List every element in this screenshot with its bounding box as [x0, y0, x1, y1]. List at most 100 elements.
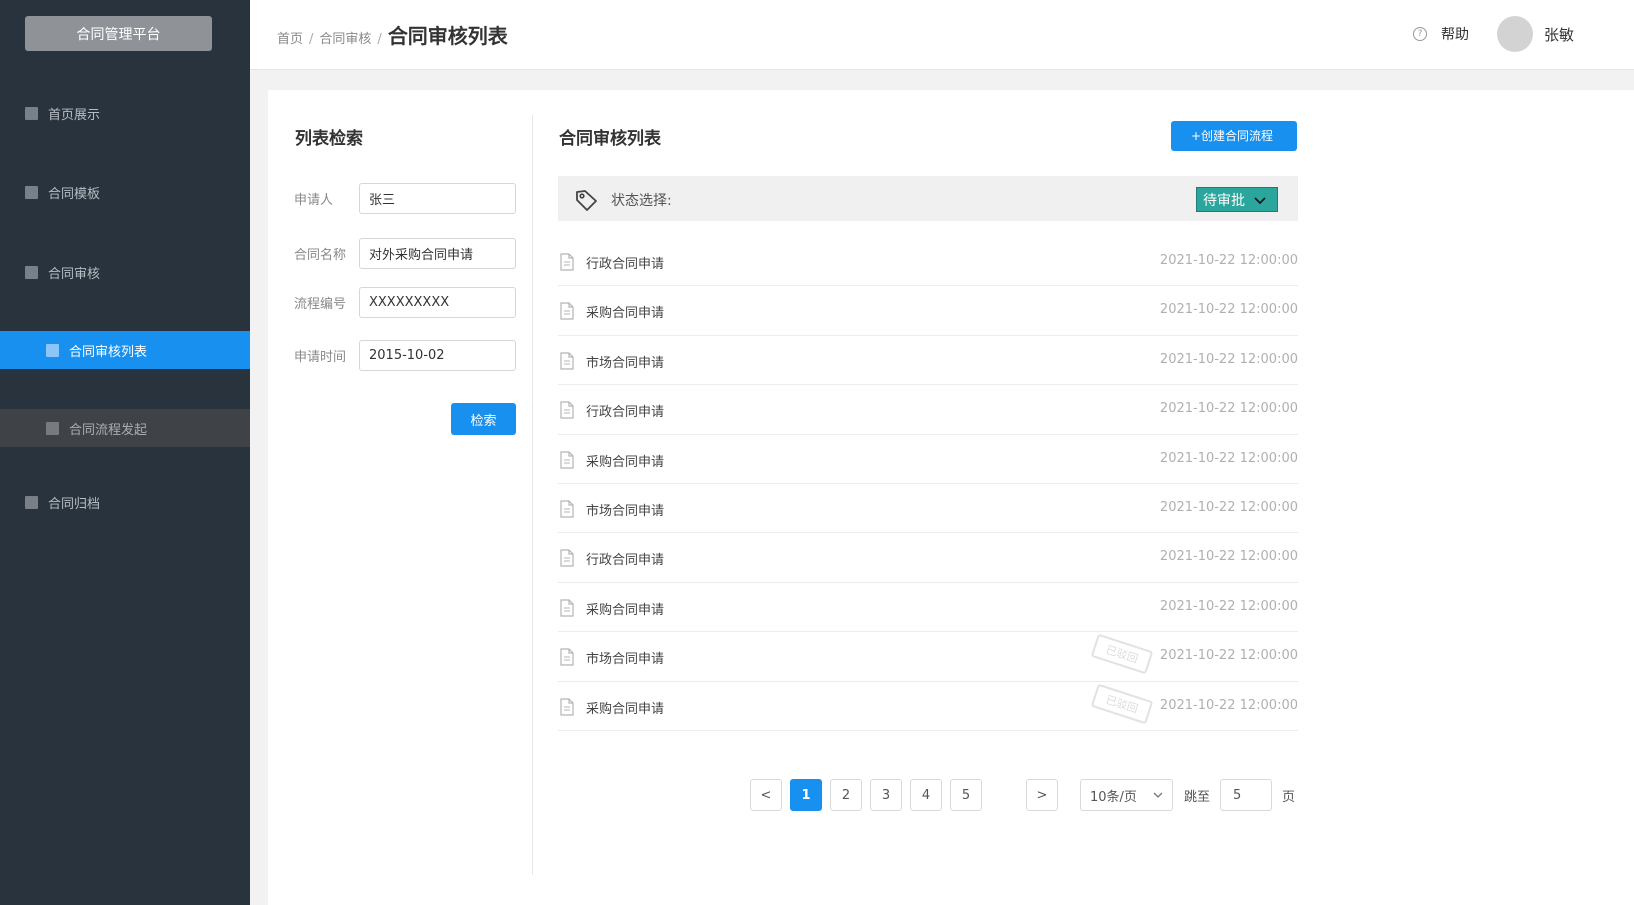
- list-item[interactable]: 市场合同申请 2021-10-22 12:00:00: [558, 484, 1298, 534]
- jump-label: 跳至: [1184, 790, 1211, 805]
- list-item[interactable]: 市场合同申请 已驳回 2021-10-22 12:00:00: [558, 632, 1298, 682]
- document-icon: [560, 253, 574, 271]
- list-item-name: 市场合同申请: [586, 652, 665, 668]
- page-2-button[interactable]: 2: [830, 779, 862, 811]
- list-item[interactable]: 采购合同申请 2021-10-22 12:00:00: [558, 583, 1298, 633]
- contract-list: 行政合同申请 2021-10-22 12:00:00 采购合同申请 2021-10-2…: [558, 237, 1298, 731]
- list-item-name: 市场合同申请: [586, 503, 665, 519]
- sidebar-item-label: 合同流程发起: [69, 422, 148, 438]
- square-icon: [46, 421, 59, 435]
- question-circle-icon: ?: [1413, 27, 1427, 41]
- square-icon: [25, 106, 38, 120]
- avatar[interactable]: [1497, 16, 1533, 52]
- apply-date-label: 申请时间: [294, 350, 347, 365]
- document-icon: [560, 500, 574, 518]
- sidebar-item-label: 合同审核: [48, 266, 101, 282]
- sidebar: 合同管理平台 首页展示 合同模板 合同审核 合同审核列表 合同流程发起 合同归档: [0, 0, 250, 905]
- list-item-name: 采购合同申请: [586, 602, 665, 618]
- username[interactable]: 张敏: [1544, 24, 1574, 45]
- page-1-button[interactable]: 1: [790, 779, 822, 811]
- list-item[interactable]: 市场合同申请 2021-10-22 12:00:00: [558, 336, 1298, 386]
- document-icon: [560, 599, 574, 617]
- list-item-time: 2021-10-22 12:00:00: [1159, 697, 1298, 713]
- applicant-label: 申请人: [294, 193, 334, 208]
- square-icon: [46, 343, 59, 357]
- list-item[interactable]: 采购合同申请 已驳回 2021-10-22 12:00:00: [558, 682, 1298, 731]
- page-size-value: 10条/页: [1090, 789, 1137, 805]
- list-item[interactable]: 行政合同申请 2021-10-22 12:00:00: [558, 533, 1298, 583]
- list-item[interactable]: 采购合同申请 2021-10-22 12:00:00: [558, 435, 1298, 484]
- page-3-button[interactable]: 3: [870, 779, 902, 811]
- list-item-time: 2021-10-22 12:00:00: [1159, 648, 1298, 664]
- page-size-select[interactable]: 10条/页: [1080, 779, 1173, 811]
- platform-button[interactable]: 合同管理平台: [25, 16, 212, 51]
- flow-number-label: 流程编号: [294, 297, 347, 312]
- sidebar-item-start-flow[interactable]: 合同流程发起: [0, 409, 250, 447]
- document-icon: [560, 401, 574, 419]
- search-title: 列表检索: [295, 129, 363, 149]
- sidebar-item-review[interactable]: 合同审核: [0, 253, 250, 291]
- prev-page-button[interactable]: <: [750, 779, 782, 811]
- status-filter-bar: 状态选择: 待审批: [558, 176, 1298, 221]
- sidebar-item-label: 合同模板: [48, 186, 101, 202]
- help-label: 帮助: [1441, 27, 1469, 43]
- breadcrumb: 首页 / 合同审核 / 合同审核列表: [277, 20, 508, 49]
- document-icon: [560, 352, 574, 370]
- document-icon: [560, 450, 574, 469]
- square-icon: [25, 265, 38, 279]
- sidebar-item-templates[interactable]: 合同模板: [0, 173, 250, 211]
- tag-icon: [576, 190, 597, 211]
- top-header: 首页 / 合同审核 / 合同审核列表 ? 帮助 张敏: [250, 0, 1634, 70]
- list-item[interactable]: 采购合同申请 2021-10-22 12:00:00: [558, 286, 1298, 336]
- sidebar-item-home[interactable]: 首页展示: [0, 94, 250, 132]
- jump-page-input[interactable]: 5: [1220, 779, 1272, 811]
- list-item-time: 2021-10-22 12:00:00: [1159, 450, 1298, 466]
- sidebar-item-label: 合同归档: [48, 496, 101, 512]
- status-selected-value: 待审批: [1203, 192, 1245, 209]
- chevron-down-icon: [1153, 792, 1163, 798]
- search-button[interactable]: 检索: [451, 403, 516, 435]
- document-icon: [560, 648, 574, 666]
- list-item-time: 2021-10-22 12:00:00: [1159, 302, 1298, 318]
- page-unit-label: 页: [1282, 790, 1296, 805]
- list-item-name: 行政合同申请: [586, 257, 665, 272]
- sidebar-item-review-list[interactable]: 合同审核列表: [0, 331, 250, 369]
- contract-name-input[interactable]: [359, 238, 516, 269]
- apply-date-input[interactable]: [359, 340, 516, 371]
- list-item-name: 采购合同申请: [586, 306, 665, 322]
- breadcrumb-review[interactable]: 合同审核: [319, 28, 371, 47]
- sidebar-item-archive[interactable]: 合同归档: [0, 483, 250, 521]
- list-item-name: 行政合同申请: [586, 553, 665, 569]
- main-panel: 列表检索 申请人 合同名称 流程编号 申请时间 检索 合同审核列表 +创建合同流…: [268, 90, 1634, 905]
- flow-number-input[interactable]: [359, 287, 516, 318]
- list-item-name: 行政合同申请: [586, 405, 665, 421]
- status-label: 状态选择:: [611, 193, 672, 209]
- list-item-name: 市场合同申请: [586, 355, 665, 371]
- page-4-button[interactable]: 4: [910, 779, 942, 811]
- document-icon: [560, 549, 574, 567]
- breadcrumb-home[interactable]: 首页: [277, 28, 303, 47]
- help-link[interactable]: ? 帮助: [1413, 24, 1469, 44]
- page-5-button[interactable]: 5: [950, 779, 982, 811]
- status-select[interactable]: 待审批: [1196, 187, 1278, 212]
- rejected-stamp: 已驳回: [1090, 633, 1154, 675]
- list-item-time: 2021-10-22 12:00:00: [1159, 253, 1298, 268]
- sidebar-item-label: 合同审核列表: [69, 344, 148, 360]
- applicant-input[interactable]: [359, 183, 516, 214]
- document-icon: [560, 697, 574, 716]
- square-icon: [25, 185, 38, 199]
- square-icon: [25, 495, 38, 509]
- list-item-name: 采购合同申请: [586, 701, 665, 717]
- document-icon: [560, 302, 574, 320]
- list-item[interactable]: 行政合同申请 2021-10-22 12:00:00: [558, 385, 1298, 435]
- rejected-stamp: 已驳回: [1090, 683, 1154, 724]
- create-flow-button[interactable]: +创建合同流程: [1171, 121, 1297, 151]
- next-page-button[interactable]: >: [1026, 779, 1058, 811]
- list-item[interactable]: 行政合同申请 2021-10-22 12:00:00: [558, 237, 1298, 287]
- list-item-time: 2021-10-22 12:00:00: [1159, 499, 1298, 515]
- chevron-down-icon: [1254, 196, 1266, 204]
- list-item-time: 2021-10-22 12:00:00: [1159, 351, 1298, 367]
- sidebar-item-label: 首页展示: [48, 107, 101, 123]
- list-item-time: 2021-10-22 12:00:00: [1159, 598, 1298, 614]
- list-item-time: 2021-10-22 12:00:00: [1159, 401, 1298, 417]
